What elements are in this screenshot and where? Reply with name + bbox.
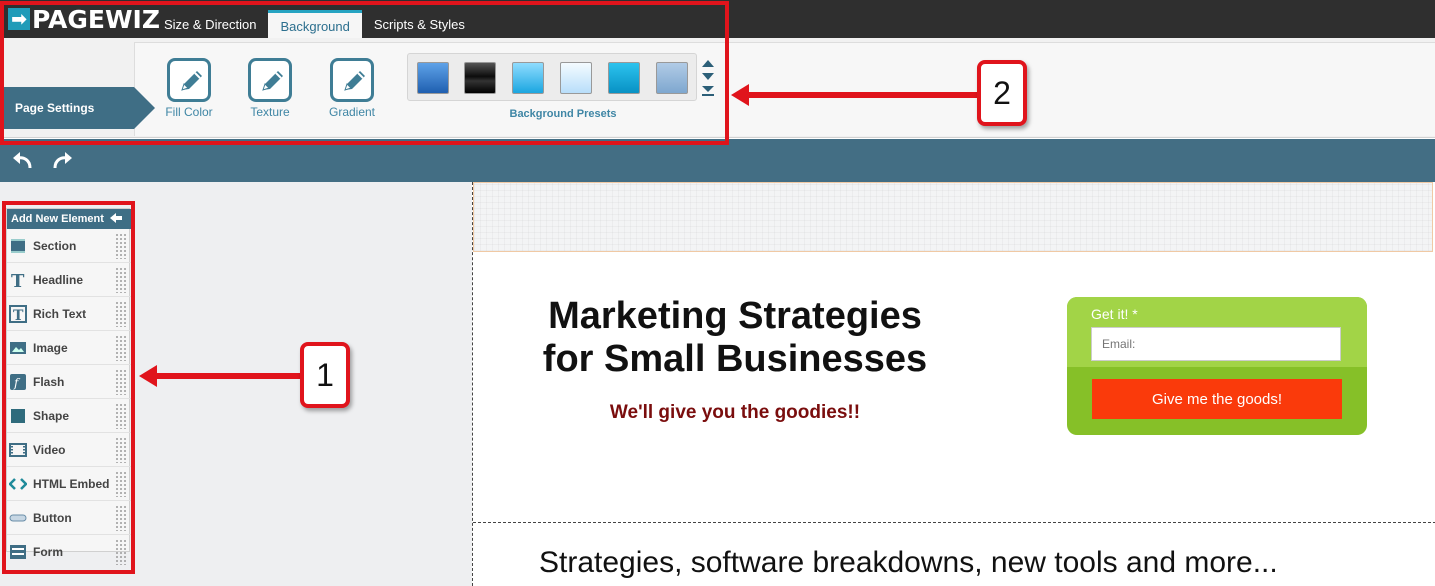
callout-arrow-1-head [139,365,157,387]
redo-icon[interactable] [51,150,75,172]
highlight-box-2 [0,1,729,145]
page-subheadline[interactable]: We'll give you the goodies!! [525,402,945,424]
form-label: Get it! * [1091,306,1138,322]
tagline-text[interactable]: Strategies, software breakdowns, new too… [473,546,1393,580]
history-bar [0,139,1435,182]
callout-arrow-2-line [748,92,980,98]
highlight-box-1 [2,201,135,574]
undo-icon[interactable] [10,150,34,172]
page-headline[interactable]: Marketing Strategies for Small Businesse… [525,295,945,381]
pagewiz-editor: ➡ PAGEWIZ Size & Direction Background Sc… [0,0,1435,586]
header-section[interactable] [473,182,1433,252]
submit-button[interactable]: Give me the goods! [1092,379,1342,419]
callout-badge-1: 1 [300,342,350,408]
callout-arrow-2-head [731,84,749,106]
page-canvas[interactable]: Marketing Strategies for Small Businesse… [472,182,1435,586]
signup-form[interactable]: Get it! * Give me the goods! [1067,297,1367,435]
callout-arrow-1-line [156,373,304,379]
callout-badge-2: 2 [977,60,1027,126]
email-field[interactable] [1091,327,1341,361]
section-divider [473,522,1435,523]
